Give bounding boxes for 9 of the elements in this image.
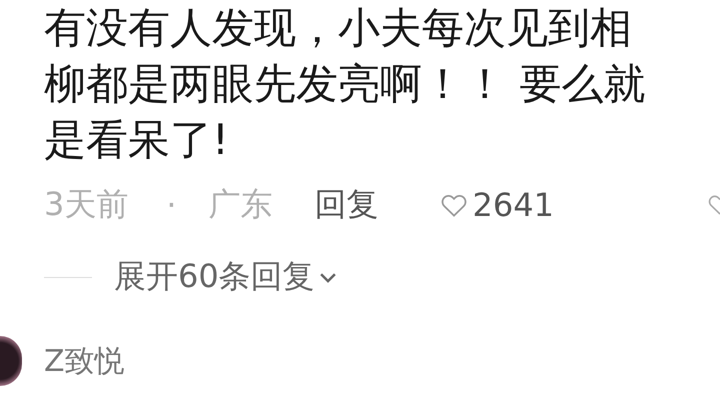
reply-button[interactable]: 回复 xyxy=(314,183,379,227)
comment-time: 3天前 xyxy=(44,184,128,225)
like-button[interactable]: 2641 xyxy=(438,186,554,224)
username: Z致悦 xyxy=(44,342,125,380)
expand-replies-button[interactable]: 展开60条回复 xyxy=(114,255,339,299)
comment-text: 有没有人发现，小夫每次见到相柳都是两眼先发亮啊！！ 要么就是看呆了! xyxy=(44,2,646,166)
separator: · xyxy=(166,186,177,224)
avatar[interactable] xyxy=(0,336,22,386)
comment-location: 广东 xyxy=(208,184,273,225)
